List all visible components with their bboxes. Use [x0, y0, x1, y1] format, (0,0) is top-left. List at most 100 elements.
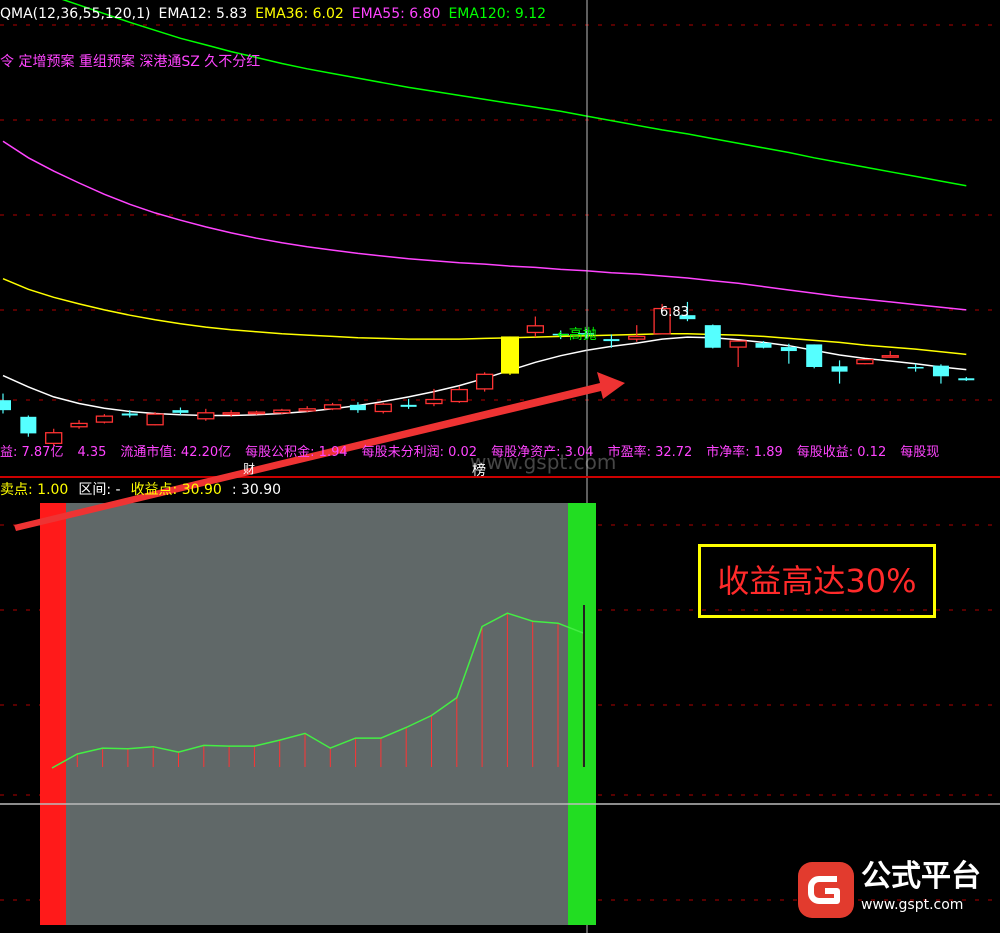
candle-body-14 — [349, 404, 366, 411]
candle-8 — [197, 408, 215, 421]
financial-item-3: 每股公积金: 1.94 — [245, 445, 348, 460]
logo-icon — [798, 862, 854, 918]
peak-value-label: 6.83 — [660, 305, 689, 320]
candle-body-33 — [831, 366, 848, 372]
candle-body-18 — [450, 388, 468, 403]
signal-bang-label: 榜 — [472, 463, 486, 479]
indicator-bar: QMA(12,36,55,120,1) EMA12: 5.83 EMA36: 6.0… — [0, 6, 554, 22]
candle-32 — [806, 344, 823, 369]
site-logo: 公式平台 www.gspt.com — [795, 855, 995, 925]
trade-row: 卖点: 1.00 区间: - 收益点: 30.90 : 30.90 — [0, 482, 291, 498]
candle-25 — [628, 325, 646, 342]
candle-body-38 — [958, 378, 975, 381]
candle-20 — [501, 336, 519, 375]
candle-body-12 — [298, 408, 316, 412]
trade-item-0: 卖点: 1.00 — [0, 482, 69, 498]
sell-zone — [568, 503, 596, 925]
indicator-3: EMA55: 6.80 — [351, 6, 441, 22]
indicator-2: EMA36: 6.02 — [255, 6, 344, 22]
candle-34 — [856, 359, 874, 365]
candle-body-6 — [146, 413, 164, 426]
high-sell-label: ←高抛 — [557, 327, 597, 343]
candle-body-20 — [501, 336, 519, 374]
trade-item-1: 区间: - — [78, 482, 121, 498]
candle-body-19 — [475, 373, 494, 390]
signal-cai-label: 财 — [243, 462, 256, 476]
candle-body-15 — [374, 403, 392, 413]
concept-tags: 令 定增预案 重组预案 深港通SZ 久不分红 — [0, 54, 261, 70]
candle-12 — [298, 406, 316, 413]
candle-1 — [20, 415, 37, 437]
candle-body-5 — [121, 413, 138, 416]
candle-13 — [323, 402, 342, 411]
candle-37 — [932, 364, 949, 384]
logo-text: 公式平台 — [861, 859, 981, 894]
watermark: www.gspt.com — [470, 450, 617, 474]
candle-body-7 — [172, 410, 189, 413]
candle-17 — [425, 388, 443, 407]
candle-body-9 — [222, 412, 240, 415]
ma-line-ema120 — [61, 0, 967, 187]
buy-zone — [40, 503, 66, 925]
profit-callout: 收益高达30% — [698, 544, 936, 618]
candle-body-32 — [806, 344, 823, 367]
candle-body-2 — [45, 432, 63, 445]
candle-18 — [450, 386, 468, 403]
candle-35 — [881, 351, 899, 358]
candle-body-1 — [20, 416, 37, 434]
candle-28 — [704, 324, 721, 349]
indicator-4: EMA120: 9.12 — [448, 6, 547, 22]
candle-21 — [526, 316, 544, 338]
candle-body-36 — [907, 366, 924, 369]
candle-body-17 — [425, 398, 443, 405]
candle-body-37 — [932, 365, 949, 377]
candle-7 — [172, 407, 189, 415]
financial-item-6: 市盈率: 32.72 — [607, 445, 693, 460]
candle-4 — [95, 414, 114, 424]
candle-body-0 — [0, 400, 11, 411]
candle-6 — [146, 412, 164, 426]
ma-line-ema55 — [2, 140, 967, 311]
candle-body-11 — [273, 409, 291, 414]
candle-11 — [273, 408, 291, 415]
candle-body-28 — [704, 325, 721, 348]
candle-2 — [45, 428, 63, 447]
candle-body-10 — [247, 411, 266, 415]
ma-line-ema36 — [2, 278, 967, 356]
candle-body-8 — [197, 412, 215, 420]
candle-body-21 — [526, 325, 544, 334]
candle-10 — [247, 410, 266, 415]
financial-item-2: 流通市值: 42.20亿 — [120, 445, 232, 460]
candle-body-13 — [323, 404, 342, 410]
candle-body-29 — [729, 340, 747, 348]
candle-0 — [0, 393, 11, 414]
candle-body-30 — [755, 343, 772, 348]
candle-14 — [349, 402, 366, 413]
financial-item-0: 益: 7.87亿 — [0, 445, 64, 460]
candle-body-24 — [603, 339, 620, 342]
trade-item-2: 收益点: 30.90 — [130, 482, 222, 498]
candle-body-3 — [70, 422, 88, 428]
financial-item-7: 市净率: 1.89 — [706, 445, 783, 460]
candle-33 — [831, 360, 848, 384]
logo-url: www.gspt.com — [861, 897, 964, 913]
candle-29 — [729, 340, 747, 367]
financial-item-9: 每股现 — [900, 445, 940, 460]
candle-15 — [374, 402, 392, 414]
candle-body-4 — [95, 415, 114, 423]
financial-item-4: 每股未分利润: 0.02 — [361, 445, 478, 460]
candle-body-34 — [856, 359, 874, 365]
financial-item-8: 每股收益: 0.12 — [796, 445, 887, 460]
hold-zone — [40, 503, 596, 925]
candle-3 — [70, 420, 88, 429]
candle-body-25 — [628, 335, 646, 340]
candle-body-31 — [780, 347, 797, 352]
candlestick-series — [0, 301, 975, 447]
trade-item-3: : 30.90 — [231, 482, 282, 498]
candle-38 — [958, 376, 975, 381]
indicator-0: QMA(12,36,55,120,1) — [0, 6, 151, 22]
financial-item-1: 4.35 — [77, 445, 107, 460]
candle-19 — [475, 372, 494, 392]
candle-body-35 — [881, 355, 899, 358]
candle-body-16 — [400, 404, 417, 407]
